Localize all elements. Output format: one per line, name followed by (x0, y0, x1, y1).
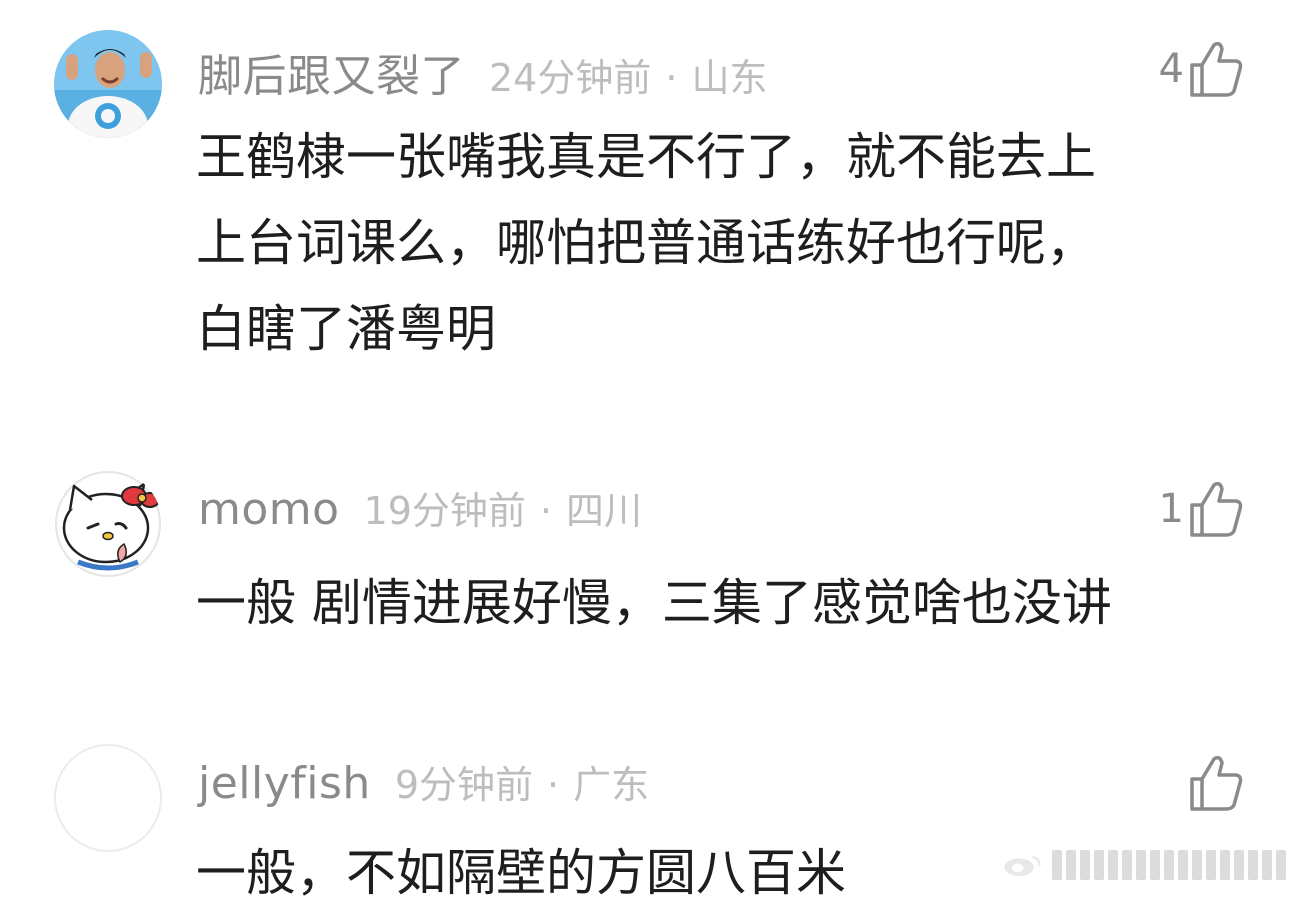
avatar-image (54, 30, 162, 138)
thumbs-up-icon (1190, 481, 1243, 537)
username[interactable]: jellyfish (198, 758, 371, 809)
comment-text-line: 上台词课么，哪怕把普通话练好也行呢， (196, 214, 1096, 272)
username[interactable]: momo (198, 484, 340, 535)
meta-separator: · (665, 56, 678, 100)
avatar-image (58, 748, 158, 848)
comment-text-line: 白瞎了潘粤明 (196, 300, 496, 358)
meta-separator: · (547, 763, 560, 807)
watermark-text-mask (1052, 850, 1286, 880)
username[interactable]: 脚后跟又裂了 (198, 40, 465, 104)
comment-text: 一般 剧情进展好慢，三集了感觉啥也没讲 (196, 560, 1256, 646)
avatar[interactable] (54, 744, 162, 852)
location: 四川 (566, 489, 643, 533)
weibo-logo-icon (1004, 855, 1041, 876)
comment-item: 脚后跟又裂了 24分钟前 · 山东 4 王鹤棣一张嘴我真是不行了，就不能去上 上… (0, 30, 1300, 370)
like-count: 1 (1158, 486, 1184, 532)
like-button[interactable] (1184, 750, 1244, 816)
location: 广东 (573, 763, 650, 807)
comment-meta: momo 19分钟前 · 四川 (198, 480, 642, 540)
avatar[interactable] (54, 470, 162, 578)
avatar-image (55, 471, 161, 577)
weibo-watermark (1000, 844, 1286, 886)
timestamp: 19分钟前 (363, 489, 526, 533)
comment-list: 脚后跟又裂了 24分钟前 · 山东 4 王鹤棣一张嘴我真是不行了，就不能去上 上… (0, 0, 1300, 902)
like-button[interactable]: 4 (1159, 36, 1244, 102)
comment-meta: 脚后跟又裂了 24分钟前 · 山东 (198, 40, 768, 102)
meta-separator: · (539, 489, 553, 533)
thumbs-up-icon (1190, 41, 1243, 97)
timestamp: 9分钟前 (394, 763, 533, 807)
comment-text-line: 一般 剧情进展好慢，三集了感觉啥也没讲 (196, 574, 1112, 632)
like-count: 4 (1158, 46, 1184, 92)
timestamp: 24分钟前 (489, 56, 652, 100)
location: 山东 (691, 56, 768, 100)
comment-meta: jellyfish 9分钟前 · 广东 (198, 754, 649, 814)
comment-text-line: 王鹤棣一张嘴我真是不行了，就不能去上 (196, 128, 1096, 186)
avatar[interactable] (54, 30, 162, 138)
thumbs-up-icon (1190, 755, 1243, 811)
comment-text: 王鹤棣一张嘴我真是不行了，就不能去上 上台词课么，哪怕把普通话练好也行呢， 白瞎… (196, 114, 1256, 372)
like-button[interactable]: 1 (1159, 476, 1244, 542)
comment-item: momo 19分钟前 · 四川 1 一般 剧情进展好慢，三集了感觉啥也没讲 (0, 470, 1300, 670)
